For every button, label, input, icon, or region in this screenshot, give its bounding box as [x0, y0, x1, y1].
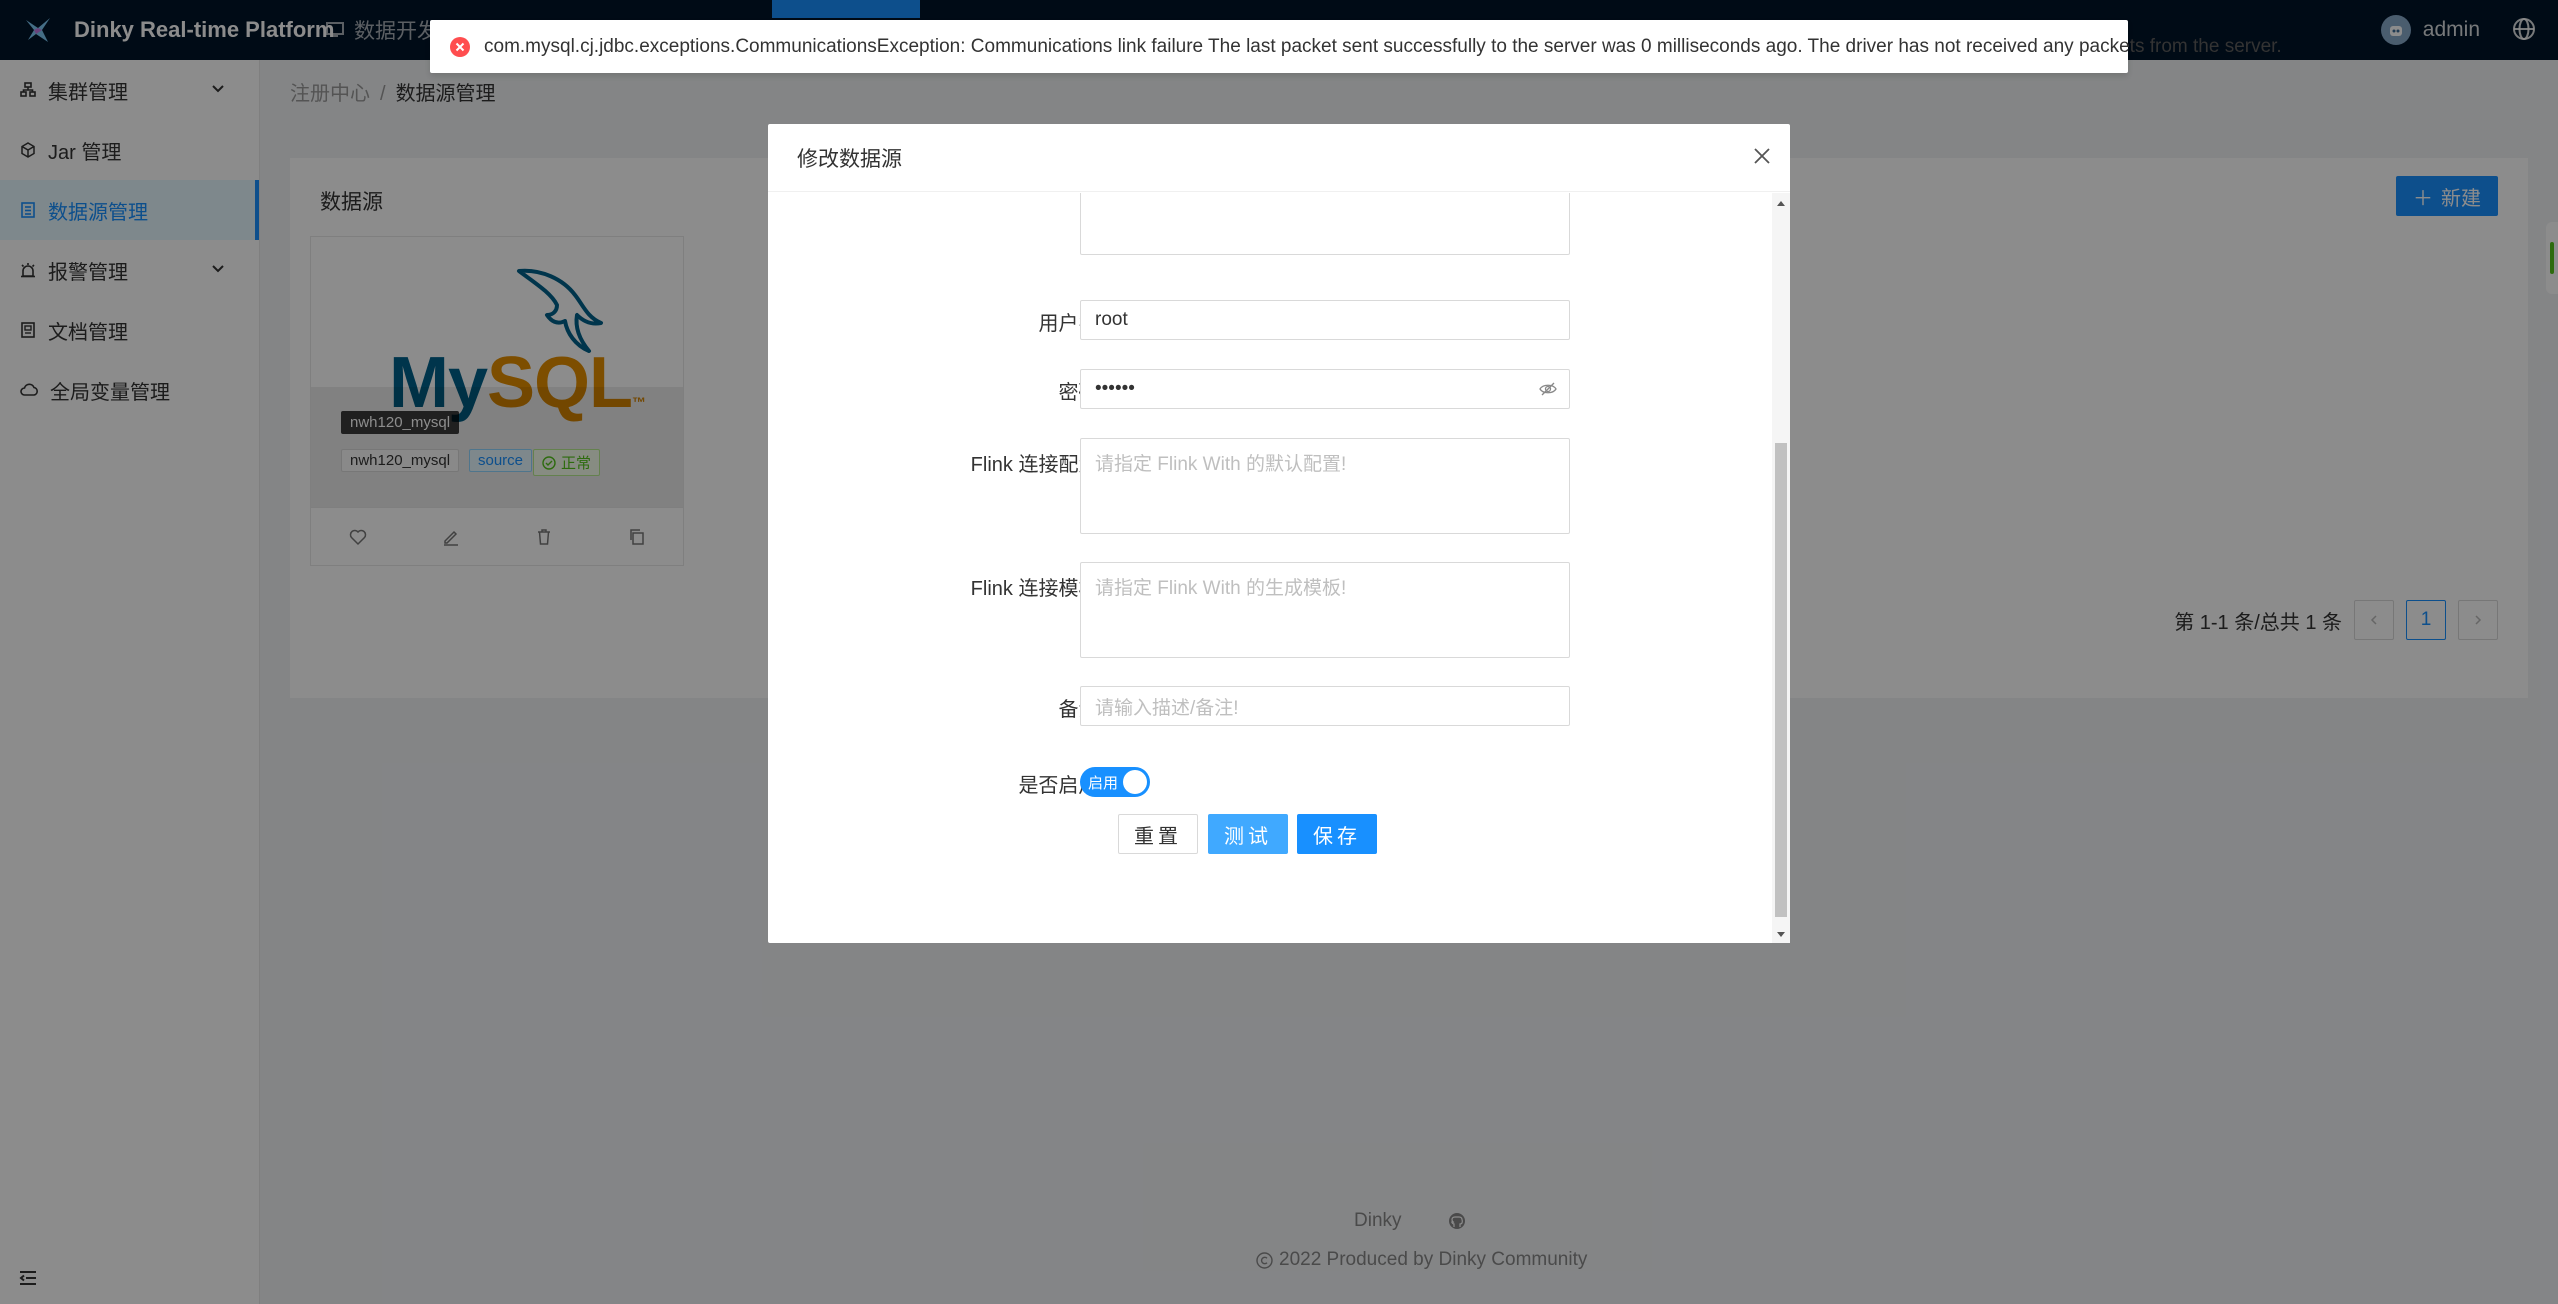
- enabled-toggle[interactable]: 启用: [1080, 767, 1150, 797]
- scroll-up-arrow-icon[interactable]: [1776, 199, 1786, 207]
- error-message: com.mysql.cj.jdbc.exceptions.Communicati…: [430, 20, 2282, 73]
- modal-scrollbar[interactable]: [1772, 193, 1790, 943]
- close-icon[interactable]: [1752, 146, 1772, 166]
- error-message-text: com.mysql.cj.jdbc.exceptions.Communicati…: [484, 35, 2282, 57]
- reset-button[interactable]: 重置: [1118, 814, 1198, 854]
- edit-datasource-modal: 修改数据源 用户名: root 密码: •••••• Flink 连接配置: 请…: [768, 124, 1790, 943]
- scroll-thumb[interactable]: [1775, 443, 1787, 917]
- test-button[interactable]: 测试: [1208, 814, 1288, 854]
- flink-config-textarea[interactable]: 请指定 Flink With 的默认配置!: [1080, 438, 1570, 534]
- password-input[interactable]: ••••••: [1080, 369, 1570, 409]
- modal-body: 用户名: root 密码: •••••• Flink 连接配置: 请指定 Fli…: [768, 193, 1770, 943]
- flink-template-textarea[interactable]: 请指定 Flink With 的生成模板!: [1080, 562, 1570, 658]
- save-button[interactable]: 保存: [1297, 814, 1377, 854]
- modal-header: 修改数据源: [768, 124, 1790, 192]
- close-circle-icon: [450, 36, 470, 57]
- note-input[interactable]: 请输入描述/备注!: [1080, 686, 1570, 726]
- toggle-knob: [1123, 770, 1147, 794]
- url-textarea[interactable]: [1080, 193, 1570, 255]
- enabled-toggle-label: 启用: [1088, 774, 1119, 792]
- eye-invisible-icon[interactable]: [1539, 380, 1557, 398]
- scroll-down-arrow-icon[interactable]: [1776, 931, 1786, 939]
- username-input[interactable]: root: [1080, 300, 1570, 340]
- modal-title: 修改数据源: [797, 147, 902, 171]
- password-value: ••••••: [1095, 378, 1135, 399]
